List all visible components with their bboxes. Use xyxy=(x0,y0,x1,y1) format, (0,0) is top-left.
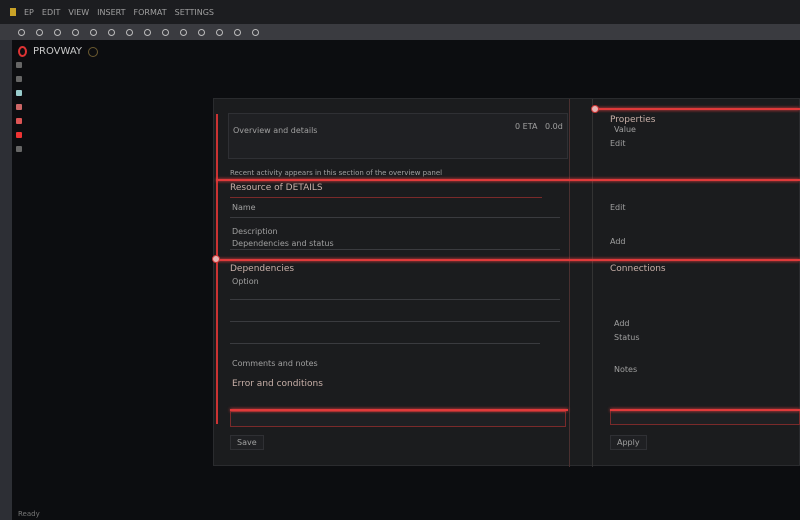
field-label: Name xyxy=(232,203,256,212)
tool-icon[interactable] xyxy=(72,28,79,36)
section-title: Resource of DETAILS xyxy=(230,183,323,193)
section-title: Dependencies xyxy=(230,264,295,274)
field-label: Comments and notes xyxy=(232,359,318,368)
prop-row[interactable]: Add xyxy=(610,237,626,246)
guide-handle[interactable] xyxy=(591,105,599,113)
prop-row[interactable]: Edit xyxy=(610,203,626,212)
sidebar-icon[interactable] xyxy=(16,76,22,82)
guide-line xyxy=(610,409,800,411)
tool-icon[interactable] xyxy=(144,28,151,36)
description: Recent activity appears in this section … xyxy=(230,169,443,177)
logo-icon xyxy=(18,46,27,57)
prop-row[interactable]: Add xyxy=(614,319,630,328)
guide-handle[interactable] xyxy=(212,255,220,263)
tool-icon[interactable] xyxy=(90,28,97,36)
apply-button[interactable]: Apply xyxy=(610,435,647,450)
guide-line xyxy=(216,259,800,261)
input-field[interactable] xyxy=(230,411,566,427)
app-title: PROVWAY xyxy=(33,46,83,57)
tool-icon[interactable] xyxy=(234,28,241,36)
tool-icon[interactable] xyxy=(108,28,115,36)
app-header: PROVWAY xyxy=(18,46,99,57)
card-meta: 0.0d xyxy=(545,122,563,131)
prop-row[interactable]: Edit xyxy=(610,139,626,148)
field-label: Dependencies and status xyxy=(232,239,334,248)
toolbar xyxy=(0,24,800,40)
card-title: Overview and details xyxy=(233,126,318,135)
menu-item[interactable]: SETTINGS xyxy=(175,8,214,17)
status-text: Ready xyxy=(18,510,40,518)
overview-card: Overview and details 0 ETA 0.0d xyxy=(228,113,568,159)
card-meta: 0 ETA xyxy=(515,122,538,131)
sidebar-icon[interactable] xyxy=(16,90,22,96)
tool-icon[interactable] xyxy=(162,28,169,36)
left-scrollbar[interactable] xyxy=(0,40,12,520)
guide-line xyxy=(230,409,568,411)
sidebar-icon[interactable] xyxy=(16,146,22,152)
tool-icon[interactable] xyxy=(198,28,205,36)
prop-section: Connections xyxy=(610,264,666,274)
prop-input[interactable] xyxy=(610,409,800,425)
sidebar-icon[interactable] xyxy=(16,132,22,138)
menu-item[interactable]: VIEW xyxy=(68,8,89,17)
tool-icon[interactable] xyxy=(18,28,25,36)
prop-row[interactable]: Status xyxy=(614,333,640,342)
tool-icon[interactable] xyxy=(216,28,223,36)
settings-icon[interactable] xyxy=(88,46,99,57)
tool-icon[interactable] xyxy=(54,28,61,36)
tool-icon[interactable] xyxy=(126,28,133,36)
sidebar-icon[interactable] xyxy=(16,118,22,124)
sidebar-icon[interactable] xyxy=(16,62,22,68)
menu-item[interactable]: FORMAT xyxy=(134,8,167,17)
properties-title: Properties xyxy=(610,115,656,125)
title-bar: EP EDIT VIEW INSERT FORMAT SETTINGS xyxy=(0,0,800,24)
properties-sub: Value xyxy=(614,125,636,134)
section-title: Error and conditions xyxy=(232,379,323,389)
tool-icon[interactable] xyxy=(252,28,259,36)
tool-icon[interactable] xyxy=(36,28,43,36)
sidebar-icon[interactable] xyxy=(16,104,22,110)
prop-row[interactable]: Notes xyxy=(614,365,637,374)
guide-line-vertical xyxy=(216,114,218,424)
field-label: Description xyxy=(232,227,278,236)
sidebar xyxy=(16,62,22,152)
tool-icon[interactable] xyxy=(180,28,187,36)
menu-item[interactable]: INSERT xyxy=(97,8,125,17)
save-button[interactable]: Save xyxy=(230,435,264,450)
menu-item[interactable]: EDIT xyxy=(42,8,60,17)
guide-line xyxy=(595,108,800,110)
field-label: Option xyxy=(232,277,259,286)
app-icon xyxy=(10,8,16,16)
menu-item[interactable]: EP xyxy=(24,8,34,17)
guide-line xyxy=(216,179,800,181)
